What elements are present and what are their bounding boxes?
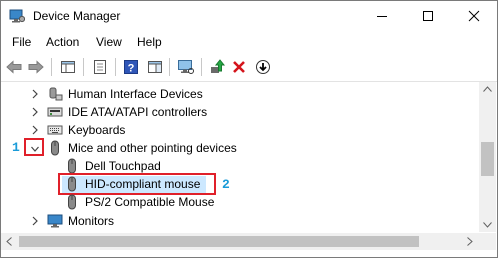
tree-item-label: Human Interface Devices — [68, 87, 203, 101]
toolbar: ? — [1, 53, 497, 82]
toolbar-separator — [83, 58, 84, 76]
close-icon — [468, 10, 480, 22]
forward-button[interactable] — [27, 58, 45, 76]
menu-bar: File Action View Help — [1, 32, 497, 52]
update-driver-icon — [211, 59, 225, 73]
step-1-label: 1 — [12, 140, 20, 155]
horizontal-scrollbar[interactable] — [1, 233, 479, 250]
show-hide-console-tree-button[interactable] — [59, 58, 77, 76]
tree-item-human-interface-devices[interactable]: Human Interface Devices — [1, 85, 479, 103]
properties-button[interactable] — [91, 58, 109, 76]
tree-item-label: Monitors — [68, 214, 115, 228]
tree-item-ps2-compatible-mouse[interactable]: PS/2 Compatible Mouse — [1, 193, 479, 211]
maximize-button[interactable] — [405, 1, 451, 31]
scroll-up-icon[interactable] — [483, 86, 492, 92]
disable-device-button[interactable] — [254, 58, 272, 76]
selected-device-highlight-box — [58, 173, 216, 195]
step-2-label: 2 — [222, 177, 230, 192]
scroll-down-icon[interactable] — [483, 222, 492, 228]
minimize-icon — [377, 16, 387, 17]
device-manager-window: Device Manager File Action View Help ? H… — [0, 0, 498, 258]
device-manager-app-icon — [9, 9, 25, 23]
uninstall-x-icon — [233, 61, 245, 73]
back-arrow-icon — [6, 60, 22, 74]
menu-help[interactable]: Help — [137, 35, 162, 49]
uninstall-device-button[interactable] — [230, 58, 248, 76]
toolbar-separator — [201, 58, 202, 76]
toolbar-separator — [115, 58, 116, 76]
horizontal-scroll-thumb[interactable] — [19, 236, 419, 247]
monitor-icon — [47, 214, 63, 228]
help-icon: ? — [124, 60, 138, 75]
chevron-right-icon[interactable] — [30, 106, 40, 118]
update-driver-button[interactable] — [208, 58, 226, 76]
tree-item-label: Dell Touchpad — [85, 159, 161, 173]
scroll-left-icon[interactable] — [6, 237, 12, 246]
tree-item-keyboards[interactable]: Keyboards — [1, 121, 479, 139]
help-button[interactable]: ? — [122, 58, 140, 76]
chevron-right-icon[interactable] — [30, 215, 40, 227]
keyboard-icon — [47, 125, 63, 135]
tree-item-mice-and-other-pointing-devices[interactable]: Mice and other pointing devices — [1, 139, 479, 157]
tree-item-label: Mice and other pointing devices — [68, 141, 237, 155]
tree-item-monitors[interactable]: Monitors — [1, 212, 479, 230]
action-pane-button[interactable] — [146, 58, 164, 76]
console-tree-icon — [61, 61, 75, 73]
expand-highlight-box — [24, 138, 44, 156]
close-button[interactable] — [451, 1, 497, 31]
toolbar-separator — [169, 58, 170, 76]
hid-icon — [49, 87, 63, 101]
maximize-icon — [423, 11, 433, 21]
scan-hardware-icon — [178, 60, 194, 74]
tree-item-ide-ata-atapi-controllers[interactable]: IDE ATA/ATAPI controllers — [1, 103, 479, 121]
mouse-icon — [68, 194, 76, 210]
minimize-button[interactable] — [359, 1, 405, 31]
svg-text:?: ? — [128, 63, 135, 75]
toolbar-separator — [51, 58, 52, 76]
chevron-right-icon[interactable] — [30, 88, 40, 100]
vertical-scroll-thumb[interactable] — [481, 142, 494, 176]
menu-action[interactable]: Action — [46, 35, 79, 49]
menu-view[interactable]: View — [96, 35, 122, 49]
scroll-right-icon[interactable] — [467, 237, 473, 246]
properties-icon — [94, 60, 106, 74]
back-button[interactable] — [5, 58, 23, 76]
tree-item-label: PS/2 Compatible Mouse — [85, 195, 215, 209]
mouse-icon — [68, 158, 76, 174]
mouse-icon — [51, 140, 59, 156]
title-bar: Device Manager — [1, 1, 497, 31]
chevron-right-icon[interactable] — [30, 124, 40, 136]
forward-arrow-icon — [28, 60, 44, 74]
ide-controller-icon — [47, 107, 63, 117]
disable-device-icon — [256, 60, 270, 74]
vertical-scrollbar[interactable] — [479, 82, 496, 232]
scrollbar-corner — [479, 233, 496, 250]
window-title: Device Manager — [33, 9, 121, 23]
device-tree: Human Interface Devices IDE ATA/ATAPI co… — [1, 82, 479, 232]
action-pane-icon — [148, 61, 162, 73]
scan-hardware-button[interactable] — [177, 58, 195, 76]
tree-item-label: Keyboards — [68, 123, 126, 137]
menu-file[interactable]: File — [12, 35, 31, 49]
tree-item-label: IDE ATA/ATAPI controllers — [68, 105, 208, 119]
